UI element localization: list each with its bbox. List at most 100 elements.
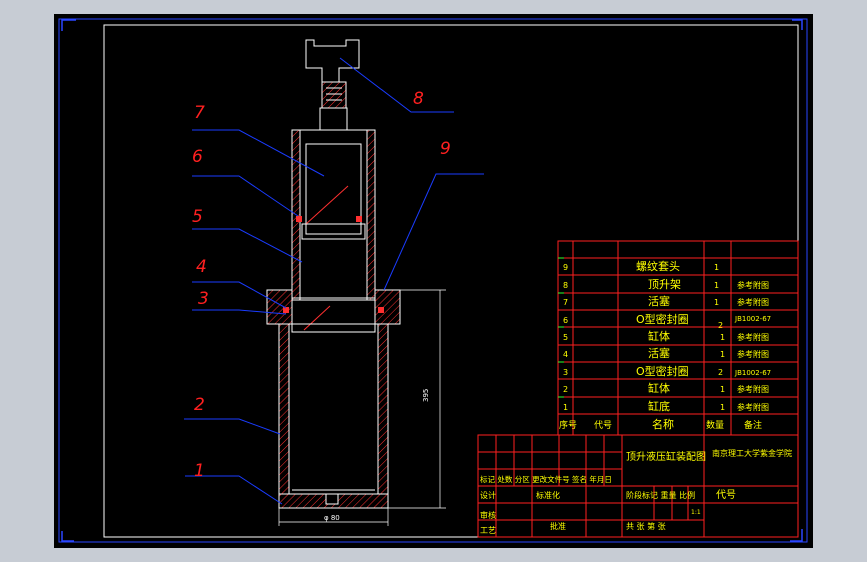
bom-row: 3 O型密封圈 2 JB1002-67	[563, 364, 771, 378]
base-port	[325, 493, 339, 505]
svg-text:O型密封圈: O型密封圈	[636, 312, 689, 326]
design-label: 设计	[480, 490, 496, 500]
svg-text:8: 8	[563, 281, 568, 290]
bom-row: 9 螺纹套头 1	[563, 259, 719, 273]
svg-text:缸体: 缸体	[648, 381, 670, 395]
process-label: 工艺	[480, 526, 496, 535]
lower-seal-right	[378, 307, 384, 313]
balloon-8: 8	[413, 89, 424, 109]
sheets-row: 共 张 第 张	[626, 521, 666, 531]
svg-text:2: 2	[563, 385, 568, 394]
svg-text:3: 3	[563, 368, 568, 377]
inner-piston-diag	[305, 185, 349, 225]
piston-rod	[319, 107, 348, 131]
head-thread	[321, 81, 347, 109]
svg-text:参考附图: 参考附图	[737, 349, 769, 359]
svg-text:缸底: 缸底	[648, 399, 670, 413]
bom-row: 1 缸底 1 参考附图	[563, 399, 769, 413]
leader-lines	[184, 57, 484, 505]
svg-text:1: 1	[720, 403, 725, 412]
balloon-7: 7	[194, 103, 205, 123]
inner-piston	[305, 143, 362, 235]
svg-text:6: 6	[563, 316, 568, 325]
svg-text:2: 2	[718, 368, 723, 377]
svg-text:参考附图: 参考附图	[737, 332, 769, 342]
svg-text:1: 1	[714, 281, 719, 290]
balloon-5: 5	[192, 207, 203, 227]
balloon-9: 9	[440, 139, 451, 159]
bom-row: 4 活塞 1 参考附图	[563, 346, 769, 360]
outer-frame	[58, 18, 808, 543]
svg-text:1: 1	[714, 298, 719, 307]
organization: 南京理工大学紫金学院	[712, 448, 792, 458]
svg-text:缸体: 缸体	[648, 329, 670, 343]
corner-mark-br	[790, 529, 803, 542]
drawing-svg: 395 φ 80 1 2 3 4 5 6 7 8 9 9 螺纹套头 1 8 顶升…	[58, 18, 808, 543]
bom-row: 2 缸体 1 参考附图	[563, 381, 769, 395]
bom-row: 8 顶升架 1 参考附图	[563, 278, 769, 291]
leader-7	[192, 129, 325, 177]
svg-text:7: 7	[563, 298, 568, 307]
leader-5	[192, 228, 303, 263]
svg-text:活塞: 活塞	[648, 346, 670, 360]
svg-text:1: 1	[720, 350, 725, 359]
leader-9	[383, 173, 484, 291]
svg-text:1: 1	[720, 385, 725, 394]
svg-text:1: 1	[714, 263, 719, 272]
balloon-1: 1	[194, 461, 205, 481]
svg-text:9: 9	[563, 263, 568, 272]
upper-seal-left	[296, 216, 302, 222]
cad-viewport: 395 φ 80 1 2 3 4 5 6 7 8 9 9 螺纹套头 1 8 顶升…	[0, 0, 867, 562]
bom-row: 7 活塞 1 参考附图	[563, 294, 769, 308]
title-block-text: 顶升液压缸装配图 南京理工大学紫金学院 代号 标记 处数 分区 更改文件号 签名…	[480, 448, 792, 535]
bom-row: 5 缸体 1 参考附图	[563, 329, 769, 343]
svg-text:参考附图: 参考附图	[737, 280, 769, 290]
leader-8	[339, 57, 454, 113]
svg-text:活塞: 活塞	[648, 294, 670, 308]
svg-text:4: 4	[563, 350, 568, 359]
upper-cylinder-wall-right	[366, 129, 376, 301]
revision-row: 标记 处数 分区 更改文件号 签名 年月日	[480, 474, 612, 484]
svg-text:数量: 数量	[706, 419, 724, 431]
stage-row: 阶段标记 重量 比例	[626, 490, 695, 500]
lifting-head	[305, 39, 360, 83]
svg-text:JB1002-67: JB1002-67	[734, 315, 771, 323]
balloon-3: 3	[198, 289, 209, 309]
svg-text:参考附图: 参考附图	[737, 297, 769, 307]
code-label: 代号	[716, 489, 736, 501]
lower-cylinder-wall-right	[377, 323, 389, 495]
leader-2	[184, 418, 281, 435]
balloon-2: 2	[194, 395, 205, 415]
balloon-4: 4	[196, 257, 207, 277]
svg-text:备注: 备注	[744, 419, 762, 431]
svg-text:名称: 名称	[652, 417, 674, 431]
std-label: 标准化	[536, 490, 560, 500]
balloon-6: 6	[192, 147, 203, 167]
svg-text:代号: 代号	[594, 420, 612, 431]
upper-cylinder-outer	[291, 129, 376, 301]
lower-cylinder-outer	[278, 323, 389, 495]
svg-text:参考附图: 参考附图	[737, 402, 769, 412]
lower-piston-diag	[303, 305, 331, 331]
corner-mark-bl	[61, 531, 74, 542]
svg-text:序号: 序号	[559, 419, 577, 431]
scale-value: 1:1	[691, 509, 701, 516]
leader-6	[192, 175, 299, 217]
balloon-numbers: 1 2 3 4 5 6 7 8 9	[192, 89, 451, 481]
lower-cylinder-wall-left	[278, 323, 290, 495]
approve-label: 批准	[550, 521, 566, 531]
drawing-canvas[interactable]: 395 φ 80 1 2 3 4 5 6 7 8 9 9 螺纹套头 1 8 顶升…	[54, 14, 813, 548]
dim-height-label: 395	[422, 389, 430, 402]
cylinder-assembly	[266, 39, 401, 509]
svg-text:1: 1	[563, 403, 568, 412]
svg-text:O型密封圈: O型密封圈	[636, 364, 689, 378]
svg-text:1: 1	[720, 333, 725, 342]
upper-seal-right	[356, 216, 362, 222]
dim-diameter-label: φ 80	[324, 514, 340, 522]
svg-text:螺纹套头: 螺纹套头	[636, 259, 680, 273]
corner-mark-tl	[61, 19, 76, 31]
lower-piston	[291, 297, 376, 333]
drawing-title: 顶升液压缸装配图	[626, 450, 706, 463]
review-label: 审核	[480, 510, 496, 520]
dimension-lines	[278, 289, 446, 526]
